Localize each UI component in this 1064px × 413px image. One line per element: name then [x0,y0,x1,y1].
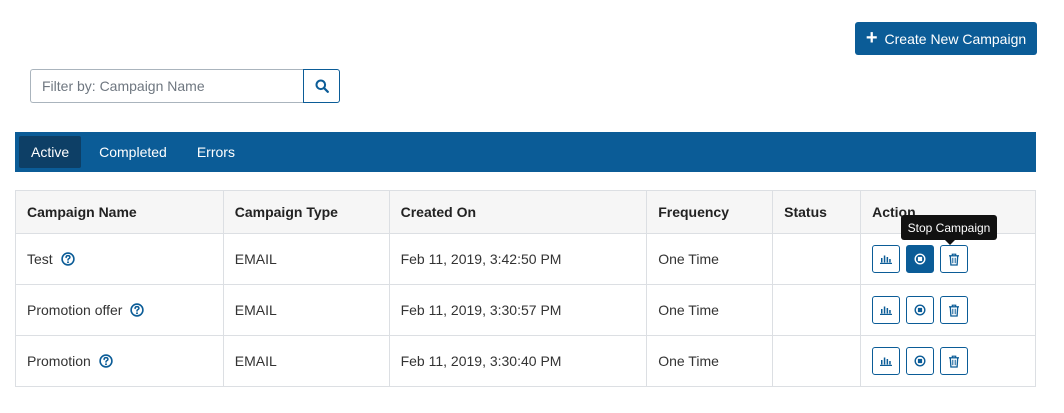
campaign-name: Promotion [27,353,91,369]
status-cell [772,233,862,285]
plus-icon: + [865,26,878,49]
campaign-type-cell: EMAIL [222,335,390,387]
column-header-frequency[interactable]: Frequency [646,190,774,234]
create-campaign-button[interactable]: + Create New Campaign [855,22,1037,55]
frequency-cell: One Time [646,284,774,336]
delete-button[interactable] [940,296,969,324]
tab-active[interactable]: Active [19,136,82,168]
stop-campaign-button[interactable] [906,245,935,273]
campaign-name: Test [27,251,53,267]
stop-icon [914,253,926,265]
action-cell [860,284,1036,336]
trash-icon [949,355,960,368]
stop-icon [914,355,926,367]
stop-campaign-button[interactable] [906,347,935,375]
bar-chart-icon [880,357,893,366]
search-icon [315,79,329,93]
table-row: Promotion offer EMAIL Feb 11, 2019, 3:30… [15,284,1036,336]
delete-button[interactable] [940,347,969,375]
campaign-name-cell: Promotion [15,335,224,387]
created-on-cell: Feb 11, 2019, 3:42:50 PM [388,233,648,285]
bar-chart-icon [880,255,893,264]
table-header-row: Campaign Name Campaign Type Created On F… [15,190,1036,234]
help-circle-icon[interactable] [60,252,75,266]
campaign-table: Campaign Name Campaign Type Created On F… [15,190,1036,387]
column-header-campaign-name[interactable]: Campaign Name [15,190,224,234]
delete-button[interactable] [940,245,969,273]
created-on-cell: Feb 11, 2019, 3:30:40 PM [388,335,648,387]
create-campaign-label: Create New Campaign [884,30,1027,47]
action-cell [860,335,1036,387]
help-circle-icon[interactable] [130,303,145,317]
filter-input[interactable] [30,69,304,103]
trash-icon [949,253,960,266]
campaign-type-cell: EMAIL [222,284,390,336]
frequency-cell: One Time [646,335,774,387]
trash-icon [949,304,960,317]
campaign-name-cell: Test [15,233,224,285]
help-circle-icon[interactable] [99,354,113,368]
column-header-created-on[interactable]: Created On [388,190,648,234]
stats-button[interactable] [872,296,901,324]
campaign-name-cell: Promotion offer [15,284,224,336]
campaign-tabs: Active Completed Errors [15,132,1036,172]
table-row: Promotion EMAIL Feb 11, 2019, 3:30:40 PM… [15,335,1036,387]
status-cell [772,335,862,387]
status-cell [772,284,862,336]
campaign-type-cell: EMAIL [222,233,390,285]
table-row: Test EMAIL Feb 11, 2019, 3:42:50 PM One … [15,233,1036,285]
column-header-status[interactable]: Status [772,190,862,234]
stop-campaign-button[interactable] [906,296,935,324]
stop-campaign-tooltip: Stop Campaign [901,215,997,245]
bar-chart-icon [880,306,893,315]
tab-completed[interactable]: Completed [87,136,179,168]
frequency-cell: One Time [646,233,774,285]
campaign-name: Promotion offer [27,302,123,318]
stats-button[interactable] [872,347,901,375]
column-header-campaign-type[interactable]: Campaign Type [222,190,390,234]
tab-errors[interactable]: Errors [185,136,247,168]
search-button[interactable] [303,69,340,103]
created-on-cell: Feb 11, 2019, 3:30:57 PM [388,284,648,336]
stats-button[interactable] [872,245,901,273]
stop-icon [914,304,926,316]
campaign-filter [30,69,340,103]
